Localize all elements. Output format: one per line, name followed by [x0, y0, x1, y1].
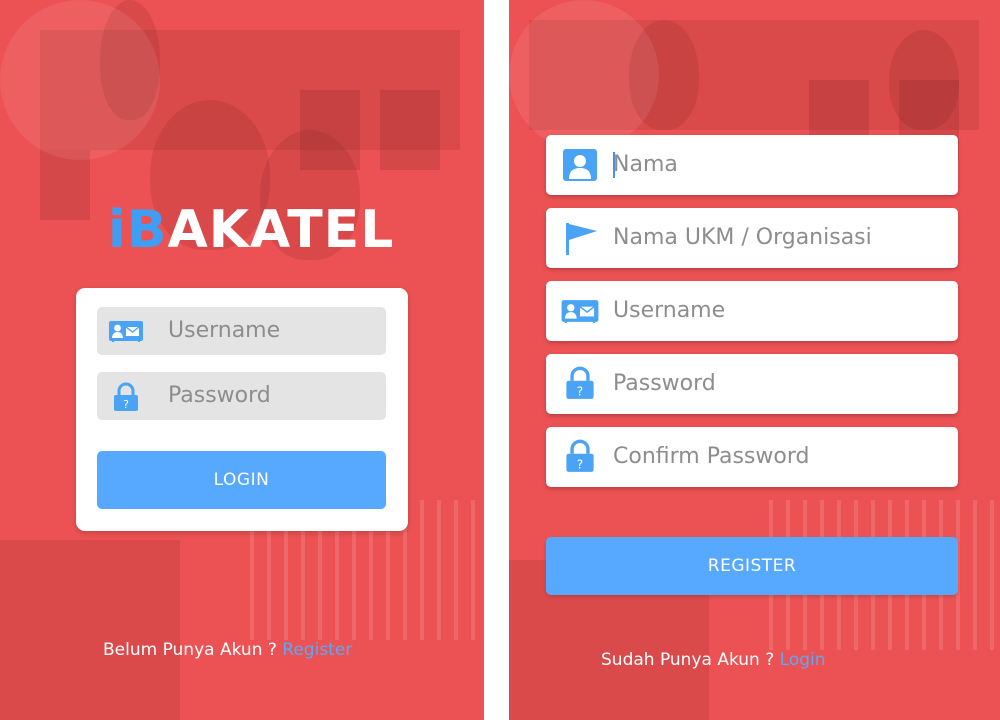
login-button[interactable]: LOGIN [97, 451, 386, 509]
register-screen: Nama Nama UKM / Organisasi Username ? Pa… [509, 0, 1000, 720]
organisasi-placeholder: Nama UKM / Organisasi [613, 225, 872, 250]
password-input[interactable]: ? Password [546, 354, 958, 414]
user-icon [563, 149, 597, 185]
register-prompt-text: Belum Punya Akun ? [103, 640, 283, 660]
lock-icon: ? [113, 382, 139, 416]
register-link[interactable]: Register [282, 640, 352, 660]
organisasi-input[interactable]: Nama UKM / Organisasi [546, 208, 958, 268]
password-placeholder: Password [613, 371, 716, 396]
logo-text: AKATEL [167, 200, 395, 260]
app-logo: iBAKATEL [108, 198, 394, 262]
contact-card-icon [109, 319, 143, 347]
username-input[interactable]: Username [97, 307, 386, 355]
password-input[interactable]: ? Password [97, 372, 386, 420]
confirm-password-placeholder: Confirm Password [613, 444, 810, 469]
login-prompt: Sudah Punya Akun ? Login [601, 650, 826, 670]
login-card: Username ? Password LOGIN [76, 288, 408, 531]
logo-i: i [108, 200, 127, 260]
username-input[interactable]: Username [546, 281, 958, 341]
username-placeholder: Username [613, 298, 726, 323]
login-screen: iBAKATEL Username ? Password LOGIN Belum… [0, 0, 484, 720]
lock-icon: ? [565, 366, 595, 404]
nama-placeholder: Nama [613, 152, 678, 177]
svg-text:?: ? [123, 398, 129, 411]
nama-input[interactable]: Nama [546, 135, 958, 195]
register-button[interactable]: REGISTER [546, 537, 958, 595]
logo-b: B [126, 200, 168, 260]
lock-icon: ? [565, 439, 595, 477]
contact-card-icon [560, 298, 600, 328]
confirm-password-input[interactable]: ? Confirm Password [546, 427, 958, 487]
register-prompt: Belum Punya Akun ? Register [103, 640, 352, 660]
svg-text:?: ? [577, 456, 584, 471]
svg-text:?: ? [577, 383, 584, 398]
password-placeholder: Password [168, 383, 271, 408]
login-prompt-text: Sudah Punya Akun ? [601, 650, 780, 670]
username-placeholder: Username [168, 318, 281, 343]
flag-icon [563, 220, 599, 260]
login-link[interactable]: Login [780, 650, 826, 670]
